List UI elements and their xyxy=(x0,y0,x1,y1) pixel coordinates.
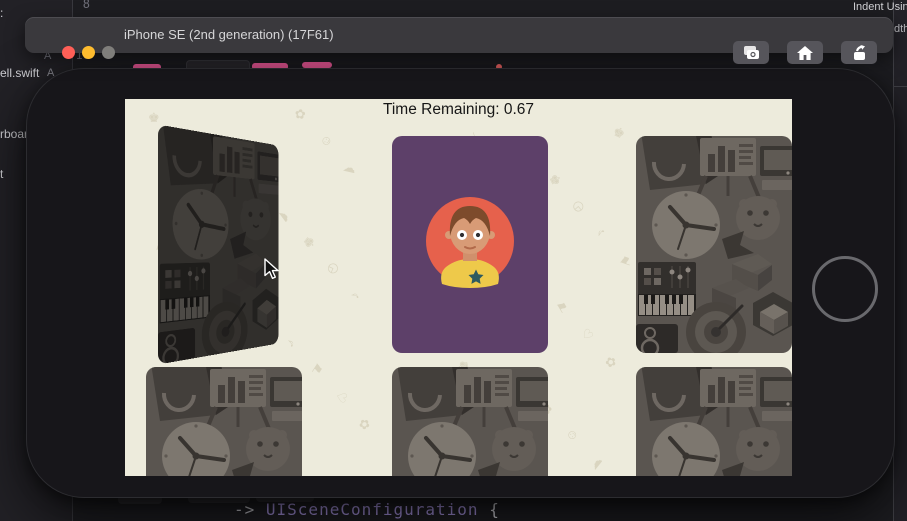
mouse-cursor xyxy=(264,258,279,279)
line-number: 8 xyxy=(82,0,90,11)
card-back-pattern xyxy=(636,367,792,476)
card-bottom-left[interactable] xyxy=(146,367,302,476)
zoom-button-disabled[interactable] xyxy=(102,46,115,59)
navigator-item-file[interactable]: ell.swift xyxy=(0,66,39,80)
simulator-titlebar[interactable]: iPhone SE (2nd generation) (17F61) xyxy=(25,17,893,64)
pattern-glyph: ☁ xyxy=(585,452,606,473)
touch-indicator-circle xyxy=(812,256,878,322)
pattern-glyph: ♡ xyxy=(577,325,597,345)
pattern-glyph: ⚑ xyxy=(308,360,327,380)
home-button[interactable] xyxy=(787,41,823,64)
inspector-row-divider xyxy=(893,86,907,87)
pattern-glyph: ☺ xyxy=(561,425,582,446)
pattern-glyph: ♚ xyxy=(299,233,319,252)
navigator-item-fragment[interactable]: : xyxy=(0,6,3,20)
pattern-glyph: ✿ xyxy=(601,353,621,371)
code-arrow: -> xyxy=(234,500,256,519)
timer-label: Time Remaining: 0.67 xyxy=(382,101,535,118)
minimize-button[interactable] xyxy=(82,46,95,59)
card-back-pattern xyxy=(158,124,279,364)
home-icon xyxy=(797,45,813,60)
navigator-item-storyboard[interactable]: rboar xyxy=(0,127,28,141)
xcode-code-line: -> UISceneConfiguration { xyxy=(234,500,500,519)
inspector-label-indent: Indent Usin xyxy=(853,1,907,13)
card-top-right[interactable] xyxy=(636,136,792,353)
window-title: iPhone SE (2nd generation) (17F61) xyxy=(124,27,334,42)
card-back-pattern xyxy=(146,367,302,476)
card-top-left-flipping[interactable] xyxy=(158,124,279,364)
navigator-item-fragment2[interactable]: t xyxy=(0,167,3,181)
pattern-glyph: ♚ xyxy=(610,123,628,142)
pattern-glyph: ♪ xyxy=(593,225,608,242)
screenshot-root: : ell.swift A rboar t 8 10 A Indent Usin… xyxy=(0,0,907,521)
pattern-glyph: ♚ xyxy=(545,171,565,189)
code-type-name: UISceneConfiguration xyxy=(255,500,479,519)
pattern-glyph: ☺ xyxy=(315,131,336,150)
pattern-glyph: ◷ xyxy=(569,197,589,217)
card-back-pattern xyxy=(392,367,548,476)
pattern-glyph: ⚑ xyxy=(617,252,636,269)
card-bottom-right[interactable] xyxy=(636,367,792,476)
inspector-label-width: dth xyxy=(894,23,907,35)
device-bezel: ♚☁☺✿♡⚑♪◷♚☁☺✿♡⚑♪◷♚☁☺✿♡⚑♪◷♚☁☺✿♡⚑♪◷♚☁☺✿♡⚑♪◷… xyxy=(26,68,895,498)
pattern-glyph: ☁ xyxy=(341,158,358,177)
pattern-glyph: ◷ xyxy=(324,260,341,279)
card-top-center-revealed[interactable] xyxy=(392,136,548,353)
close-button[interactable] xyxy=(62,46,75,59)
pattern-glyph: ⚑ xyxy=(553,298,572,318)
card-bottom-center[interactable] xyxy=(392,367,548,476)
code-brace: { xyxy=(478,500,500,519)
avatar-card-face xyxy=(392,136,548,353)
pattern-glyph: ♪ xyxy=(346,291,363,300)
pattern-glyph: ♡ xyxy=(332,389,351,406)
card-back-pattern xyxy=(636,136,792,353)
camera-icon xyxy=(744,45,759,59)
share-icon xyxy=(854,45,865,60)
game-screen: ♚☁☺✿♡⚑♪◷♚☁☺✿♡⚑♪◷♚☁☺✿♡⚑♪◷♚☁☺✿♡⚑♪◷♚☁☺✿♡⚑♪◷… xyxy=(125,99,792,476)
share-button[interactable] xyxy=(841,41,877,64)
pattern-glyph: ✿ xyxy=(358,416,371,433)
pattern-glyph: ♪ xyxy=(282,334,298,351)
inspector-panel xyxy=(893,0,907,521)
screenshot-button[interactable] xyxy=(733,41,769,64)
